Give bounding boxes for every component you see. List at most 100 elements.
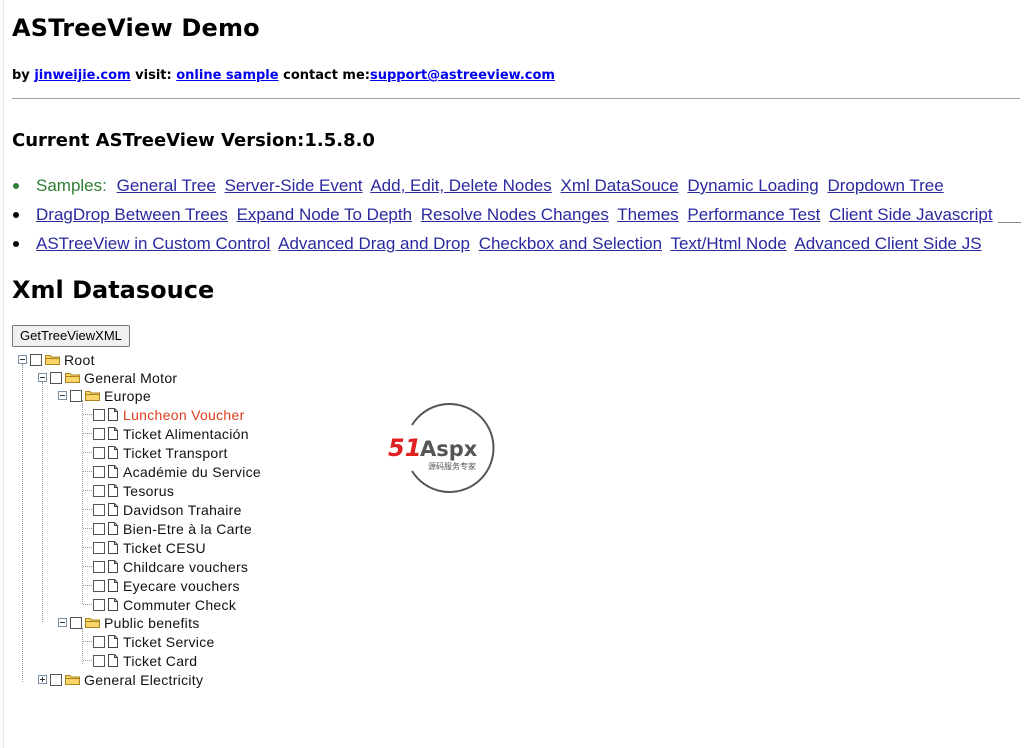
file-icon	[108, 522, 118, 535]
nav-link-performance-test[interactable]: Performance Test	[687, 205, 820, 224]
folder-icon	[65, 373, 80, 383]
node-label[interactable]: Eyecare vouchers	[123, 578, 240, 594]
nav-link-themes[interactable]: Themes	[617, 205, 678, 224]
tree-node-leaf[interactable]: Luncheon Voucher	[83, 405, 245, 424]
logo-subtitle: 源码服务专家	[428, 461, 476, 471]
byline: by jinweijie.com visit: online sample co…	[12, 68, 555, 83]
node-checkbox[interactable]	[93, 654, 105, 667]
get-treeview-xml-button[interactable]: GetTreeViewXML	[12, 325, 130, 347]
nav-link-custom-control[interactable]: ASTreeView in Custom Control	[36, 234, 270, 253]
collapse-icon[interactable]	[58, 391, 67, 400]
tree-node-leaf[interactable]: Ticket Transport	[83, 443, 228, 462]
nav-link-general-tree[interactable]: General Tree	[117, 176, 216, 195]
file-icon	[108, 427, 118, 440]
node-checkbox[interactable]	[93, 465, 105, 478]
file-icon	[108, 408, 118, 421]
tree-node-leaf[interactable]: Davidson Trahaire	[83, 500, 242, 519]
file-icon	[108, 465, 118, 478]
node-checkbox[interactable]	[93, 427, 105, 440]
tree-node-public-benefits[interactable]: Public benefits	[58, 613, 200, 632]
nav-row-2: DragDrop Between Trees Expand Node To De…	[13, 205, 997, 234]
file-icon	[108, 446, 118, 459]
tree-node-leaf[interactable]: Bien-Etre à la Carte	[83, 519, 252, 538]
header-divider	[12, 98, 1020, 99]
tree-node-root[interactable]: Root	[18, 350, 95, 369]
tree-node-leaf[interactable]: Ticket Alimentación	[83, 424, 249, 443]
node-label[interactable]: Ticket Card	[123, 653, 197, 669]
tree-node-leaf[interactable]: Commuter Check	[83, 595, 236, 614]
nav-link-dynamic-loading[interactable]: Dynamic Loading	[687, 176, 818, 195]
nav-link-text-html-node[interactable]: Text/Html Node	[670, 234, 786, 253]
node-checkbox[interactable]	[93, 541, 105, 554]
nav-link-advanced-client-js[interactable]: Advanced Client Side JS	[794, 234, 981, 253]
node-label[interactable]: General Electricity	[84, 672, 203, 688]
collapse-icon[interactable]	[38, 373, 47, 382]
bullet-icon	[13, 212, 19, 218]
node-label[interactable]: Ticket CESU	[123, 540, 206, 556]
node-checkbox[interactable]	[30, 353, 42, 366]
email-link[interactable]: support@astreeview.com	[370, 68, 555, 83]
node-checkbox[interactable]	[93, 503, 105, 516]
nav-link-resolve-nodes-changes[interactable]: Resolve Nodes Changes	[421, 205, 609, 224]
node-label[interactable]: Bien-Etre à la Carte	[123, 521, 252, 537]
tree-node-leaf[interactable]: Ticket Service	[83, 632, 215, 651]
collapse-icon[interactable]	[18, 355, 27, 364]
logo-text: Aspx	[420, 437, 478, 461]
tree-node-leaf[interactable]: Eyecare vouchers	[83, 576, 240, 595]
nav-link-client-side-javascript[interactable]: Client Side Javascript	[829, 205, 992, 224]
node-label[interactable]: Public benefits	[104, 615, 200, 631]
node-checkbox[interactable]	[93, 484, 105, 497]
tree-node-general-motor[interactable]: General Motor	[38, 368, 177, 387]
node-checkbox[interactable]	[93, 598, 105, 611]
collapse-icon[interactable]	[58, 618, 67, 627]
node-label[interactable]: Davidson Trahaire	[123, 502, 242, 518]
nav-link-xml-datasouce[interactable]: Xml DataSouce	[561, 176, 679, 195]
node-checkbox[interactable]	[93, 522, 105, 535]
tree-node-leaf[interactable]: Childcare vouchers	[83, 557, 248, 576]
author-link[interactable]: jinweijie.com	[34, 68, 130, 83]
nav-link-server-side-event[interactable]: Server-Side Event	[225, 176, 363, 195]
node-label[interactable]: Académie du Service	[123, 464, 261, 480]
node-label[interactable]: Luncheon Voucher	[123, 407, 245, 423]
nav-link-dropdown-tree[interactable]: Dropdown Tree	[827, 176, 943, 195]
node-label[interactable]: General Motor	[84, 370, 177, 386]
node-label[interactable]: Ticket Transport	[123, 445, 228, 461]
tree-node-leaf[interactable]: Tesorus	[83, 481, 174, 500]
tree-node-leaf[interactable]: Ticket Card	[83, 651, 197, 670]
tree-node-europe[interactable]: Europe	[58, 386, 151, 405]
tree-node-general-electricity[interactable]: General Electricity	[38, 670, 203, 689]
node-label[interactable]: Europe	[104, 388, 151, 404]
nav-link-advanced-drag-drop[interactable]: Advanced Drag and Drop	[278, 234, 470, 253]
node-label[interactable]: Tesorus	[123, 483, 174, 499]
nav-link-add-edit-delete[interactable]: Add, Edit, Delete Nodes	[370, 176, 551, 195]
node-label[interactable]: Ticket Service	[123, 634, 215, 650]
tree-node-leaf[interactable]: Ticket CESU	[83, 538, 206, 557]
nav-link-dragdrop-between-trees[interactable]: DragDrop Between Trees	[36, 205, 228, 224]
file-icon	[108, 635, 118, 648]
node-checkbox[interactable]	[93, 408, 105, 421]
node-checkbox[interactable]	[93, 579, 105, 592]
node-checkbox[interactable]	[70, 616, 82, 629]
samples-nav: Samples: General Tree Server-Side Event …	[13, 176, 997, 263]
file-icon	[108, 579, 118, 592]
node-checkbox[interactable]	[93, 560, 105, 573]
online-sample-link[interactable]: online sample	[176, 68, 278, 83]
file-icon	[108, 560, 118, 573]
nav-link-expand-node-to-depth[interactable]: Expand Node To Depth	[237, 205, 412, 224]
expand-icon[interactable]	[38, 675, 47, 684]
node-checkbox[interactable]	[93, 446, 105, 459]
tree-connector	[22, 364, 23, 682]
section-title: Xml Datasouce	[12, 276, 215, 304]
folder-icon	[65, 675, 80, 685]
nav-link-checkbox-selection[interactable]: Checkbox and Selection	[479, 234, 662, 253]
node-label[interactable]: Childcare vouchers	[123, 559, 248, 575]
node-checkbox[interactable]	[50, 673, 62, 686]
node-label[interactable]: Commuter Check	[123, 597, 236, 613]
node-checkbox[interactable]	[93, 635, 105, 648]
node-checkbox[interactable]	[50, 371, 62, 384]
node-label[interactable]: Root	[64, 352, 95, 368]
node-checkbox[interactable]	[70, 389, 82, 402]
file-icon	[108, 503, 118, 516]
node-label[interactable]: Ticket Alimentación	[123, 426, 249, 442]
tree-node-leaf[interactable]: Académie du Service	[83, 462, 261, 481]
